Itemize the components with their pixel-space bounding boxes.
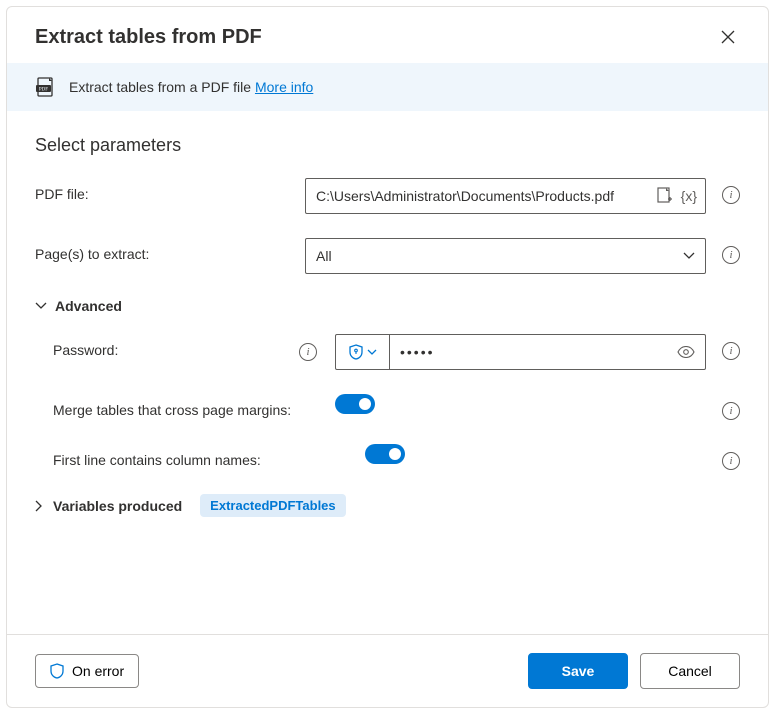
- close-icon: [721, 30, 735, 44]
- password-type-picker[interactable]: [336, 335, 390, 369]
- info-icon[interactable]: i: [722, 342, 740, 360]
- merge-label: Merge tables that cross page margins:: [35, 394, 335, 418]
- pages-value: All: [316, 248, 683, 264]
- password-value: •••••: [400, 344, 677, 360]
- info-icon[interactable]: i: [722, 402, 740, 420]
- on-error-button[interactable]: On error: [35, 654, 139, 688]
- close-button[interactable]: [716, 25, 740, 49]
- shield-outline-icon: [50, 663, 64, 679]
- more-info-link[interactable]: More info: [255, 79, 313, 95]
- chevron-down-icon: [35, 302, 47, 310]
- cancel-button[interactable]: Cancel: [640, 653, 740, 689]
- variable-icon[interactable]: {x}: [681, 188, 697, 204]
- variable-badge[interactable]: ExtractedPDFTables: [200, 494, 345, 517]
- shield-icon: [349, 344, 363, 360]
- banner-text: Extract tables from a PDF file: [69, 79, 251, 95]
- chevron-right-icon: [35, 500, 43, 512]
- dialog: Extract tables from PDF PDF Extract tabl…: [6, 6, 769, 708]
- info-icon[interactable]: i: [299, 343, 317, 361]
- field-pdf-file: PDF file: C:\Users\Administrator\Documen…: [35, 178, 740, 214]
- pages-label: Page(s) to extract:: [35, 238, 305, 262]
- advanced-label: Advanced: [55, 298, 122, 314]
- dialog-footer: On error Save Cancel: [7, 634, 768, 707]
- chevron-down-icon: [367, 349, 377, 355]
- info-icon[interactable]: i: [722, 246, 740, 264]
- pdf-file-value: C:\Users\Administrator\Documents\Product…: [306, 179, 649, 213]
- password-label: Password:: [53, 342, 118, 358]
- merge-toggle[interactable]: [335, 394, 375, 414]
- field-pages: Page(s) to extract: All i: [35, 238, 740, 274]
- section-title: Select parameters: [35, 135, 740, 156]
- advanced-expander[interactable]: Advanced: [35, 298, 740, 314]
- info-icon[interactable]: i: [722, 186, 740, 204]
- eye-icon[interactable]: [677, 346, 695, 358]
- on-error-label: On error: [72, 663, 124, 679]
- dialog-header: Extract tables from PDF: [7, 7, 768, 63]
- pages-select[interactable]: All: [305, 238, 706, 274]
- info-icon[interactable]: i: [722, 452, 740, 470]
- file-picker-icon[interactable]: [657, 187, 673, 205]
- first-line-toggle[interactable]: [365, 444, 405, 464]
- info-banner: PDF Extract tables from a PDF file More …: [7, 63, 768, 111]
- password-input-group: •••••: [335, 334, 706, 370]
- svg-text:PDF: PDF: [39, 88, 48, 93]
- chevron-down-icon: [683, 252, 695, 260]
- first-line-label: First line contains column names:: [35, 444, 335, 468]
- variables-expander[interactable]: Variables produced ExtractedPDFTables: [35, 494, 740, 517]
- pdf-file-label: PDF file:: [35, 178, 305, 202]
- save-button[interactable]: Save: [528, 653, 628, 689]
- pdf-icon: PDF: [35, 77, 57, 97]
- dialog-title: Extract tables from PDF: [35, 26, 262, 49]
- pdf-file-input[interactable]: C:\Users\Administrator\Documents\Product…: [305, 178, 706, 214]
- field-password: Password: i ••••• i: [35, 334, 740, 370]
- variables-label: Variables produced: [53, 498, 182, 514]
- field-merge: Merge tables that cross page margins: i: [35, 394, 740, 420]
- password-input[interactable]: •••••: [390, 335, 705, 369]
- field-first-line: First line contains column names: i: [35, 444, 740, 470]
- dialog-body: Select parameters PDF file: C:\Users\Adm…: [7, 111, 768, 634]
